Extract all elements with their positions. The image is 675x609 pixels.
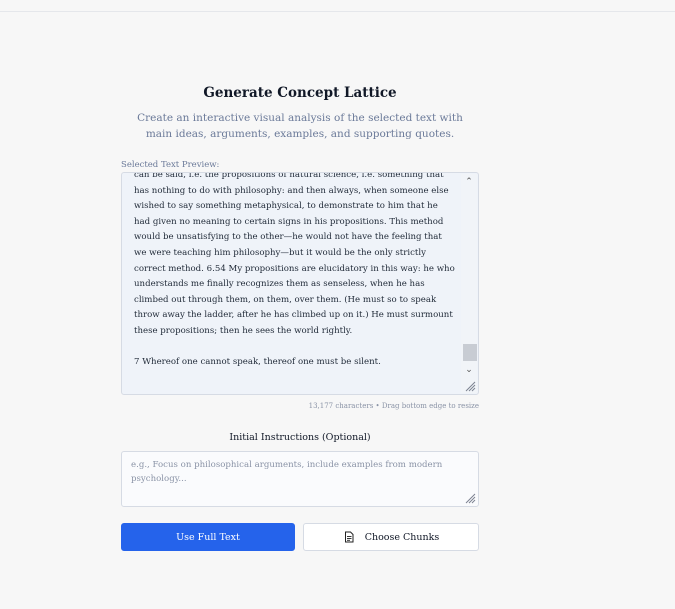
preview-label: Selected Text Preview: bbox=[121, 160, 220, 170]
top-divider bbox=[0, 11, 675, 12]
dialog-subtitle: Create an interactive visual analysis of… bbox=[137, 112, 463, 140]
scrollbar-thumb[interactable] bbox=[463, 344, 477, 361]
preview-text: can be said, i.e. the propositions of na… bbox=[134, 172, 455, 368]
scroll-down-icon[interactable]: ⌄ bbox=[461, 363, 477, 377]
instructions-field-wrapper bbox=[121, 451, 479, 507]
concept-lattice-dialog: Generate Concept Lattice Create an inter… bbox=[121, 84, 479, 551]
document-icon bbox=[344, 531, 354, 543]
instructions-label: Initial Instructions (Optional) bbox=[229, 432, 371, 443]
use-full-text-button[interactable]: Use Full Text bbox=[121, 523, 295, 551]
instructions-textarea[interactable] bbox=[122, 452, 478, 506]
preview-scrollbar[interactable]: ⌃ ⌄ bbox=[461, 174, 477, 393]
choose-chunks-button[interactable]: Choose Chunks bbox=[303, 523, 479, 551]
dialog-title: Generate Concept Lattice bbox=[203, 85, 397, 101]
character-count: 13,177 characters • Drag bottom edge to … bbox=[308, 402, 479, 410]
resize-grip-icon[interactable] bbox=[464, 380, 476, 392]
scroll-up-icon[interactable]: ⌃ bbox=[461, 175, 477, 189]
choose-chunks-label: Choose Chunks bbox=[364, 531, 440, 543]
text-preview-box[interactable]: can be said, i.e. the propositions of na… bbox=[121, 172, 479, 395]
resize-grip-icon[interactable] bbox=[464, 492, 476, 504]
use-full-text-label: Use Full Text bbox=[176, 531, 240, 543]
action-buttons: Use Full Text Choose Chunks bbox=[121, 523, 479, 551]
